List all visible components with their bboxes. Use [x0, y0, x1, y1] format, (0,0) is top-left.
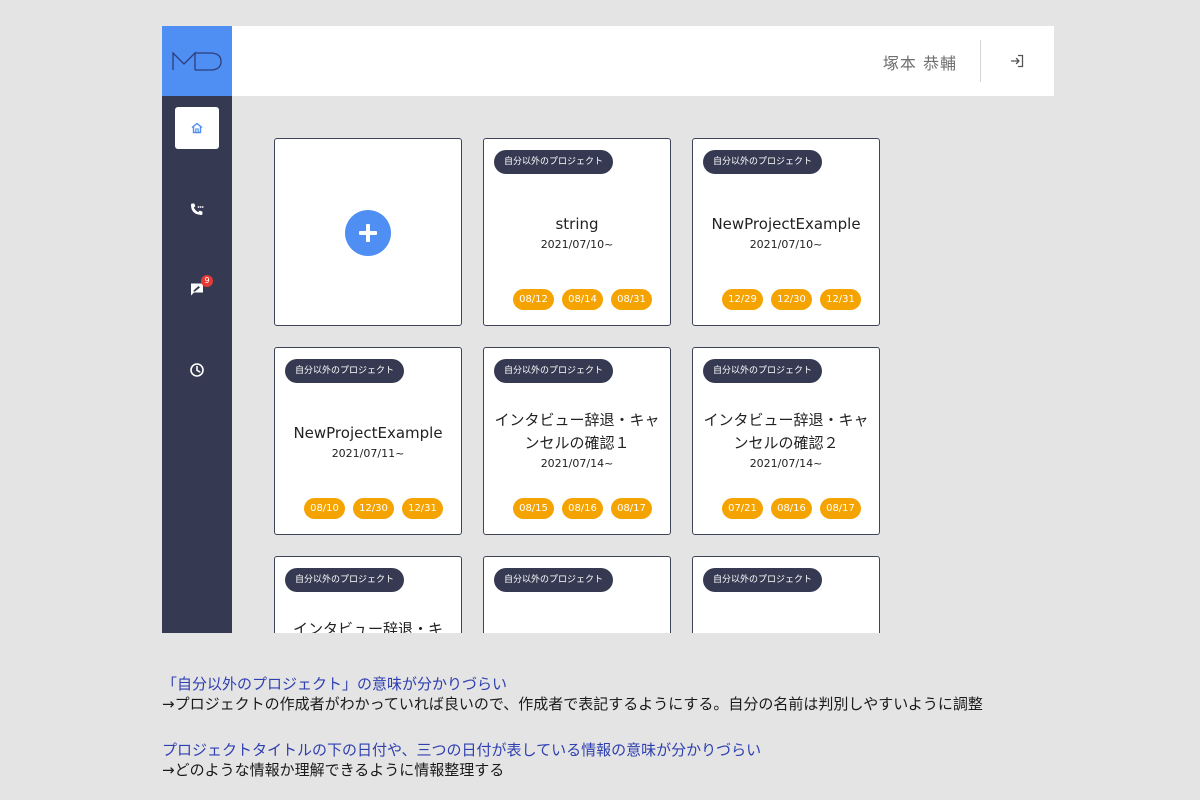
sidebar-item-messages[interactable]: 9 [175, 268, 219, 310]
logo-icon [172, 51, 222, 71]
project-title: string [555, 215, 599, 233]
date-chip[interactable]: 12/31 [402, 498, 443, 519]
project-title: インタビュー辞退・キ [292, 620, 443, 633]
project-tag: 自分以外のプロジェクト [494, 359, 614, 383]
project-card[interactable]: 自分以外のプロジェクト NewProjectExample 2021/07/11… [274, 347, 462, 535]
date-chip[interactable]: 07/21 [722, 498, 763, 519]
date-chip[interactable]: 12/30 [771, 289, 812, 310]
project-card[interactable]: 自分以外のプロジェクト インタビュー辞退・キャンセルの確認２ 2021/07/1… [692, 347, 880, 535]
project-title: NewProjectExample [293, 424, 443, 442]
date-chip[interactable]: 08/17 [611, 498, 652, 519]
project-title: インタビュー辞退・キャンセルの確認１ [494, 411, 660, 452]
project-tag: 自分以外のプロジェクト [703, 568, 823, 592]
note-title: プロジェクトタイトルの下の日付や、三つの日付が表している情報の意味が分かりづらい [162, 741, 762, 759]
project-title: NewProjectExample [711, 215, 861, 233]
project-date: 2021/07/11~ [331, 447, 405, 460]
project-card[interactable]: 自分以外のプロジェクト [692, 556, 880, 633]
logo [162, 26, 232, 96]
project-card[interactable]: 自分以外のプロジェクト [483, 556, 671, 633]
review-notes: 「自分以外のプロジェクト」の意味が分かりづらい →プロジェクトの作成者がわかって… [162, 674, 1062, 780]
note-title: 「自分以外のプロジェクト」の意味が分かりづらい [162, 675, 508, 693]
top-bar: 塚本 恭輔 [232, 26, 1054, 96]
date-chip[interactable]: 12/30 [353, 498, 394, 519]
date-chips: 08/15 08/16 08/17 [513, 498, 652, 519]
date-chip[interactable]: 08/16 [562, 498, 603, 519]
user-name: 塚本 恭輔 [882, 54, 957, 73]
project-card[interactable]: 自分以外のプロジェクト インタビュー辞退・キャンセルの確認１ 2021/07/1… [483, 347, 671, 535]
plus-icon [359, 224, 377, 242]
date-chips: 07/21 08/16 08/17 [722, 498, 861, 519]
divider [980, 40, 981, 82]
home-icon [191, 122, 203, 134]
project-card[interactable]: 自分以外のプロジェクト インタビュー辞退・キ [274, 556, 462, 633]
project-tag: 自分以外のプロジェクト [285, 568, 405, 592]
date-chips: 08/10 12/30 12/31 [304, 498, 443, 519]
date-chip[interactable]: 08/12 [513, 289, 554, 310]
date-chip[interactable]: 08/14 [562, 289, 603, 310]
date-chip[interactable]: 08/15 [513, 498, 554, 519]
date-chip[interactable]: 08/31 [611, 289, 652, 310]
project-title: インタビュー辞退・キャンセルの確認２ [703, 411, 869, 452]
app-window: 9 塚本 恭輔 自分以外のプロジェクト string 2021/07/10~ 0… [162, 26, 1054, 633]
project-date: 2021/07/10~ [540, 238, 614, 251]
date-chips: 08/12 08/14 08/31 [513, 289, 652, 310]
date-chip[interactable]: 12/29 [722, 289, 763, 310]
project-card[interactable]: 自分以外のプロジェクト string 2021/07/10~ 08/12 08/… [483, 138, 671, 326]
project-tag: 自分以外のプロジェクト [494, 150, 614, 174]
date-chip[interactable]: 12/31 [820, 289, 861, 310]
date-chip[interactable]: 08/17 [820, 498, 861, 519]
project-tag: 自分以外のプロジェクト [703, 150, 823, 174]
add-project-button[interactable] [345, 210, 391, 256]
project-date: 2021/07/14~ [540, 457, 614, 470]
logout-button[interactable] [1008, 52, 1026, 70]
logout-icon [1010, 54, 1024, 68]
project-date: 2021/07/10~ [749, 238, 823, 251]
sidebar-item-history[interactable] [175, 349, 219, 391]
clock-icon [190, 363, 204, 377]
date-chip[interactable]: 08/10 [304, 498, 345, 519]
note-body: →プロジェクトの作成者がわかっていれば良いので、作成者で表記するようにする。自分… [162, 695, 983, 713]
project-tag: 自分以外のプロジェクト [285, 359, 405, 383]
phone-icon [191, 203, 204, 215]
add-project-card[interactable] [274, 138, 462, 326]
project-card[interactable]: 自分以外のプロジェクト NewProjectExample 2021/07/10… [692, 138, 880, 326]
notification-badge: 9 [201, 275, 213, 287]
project-tag: 自分以外のプロジェクト [703, 359, 823, 383]
sidebar: 9 [162, 26, 232, 633]
date-chips: 12/29 12/30 12/31 [722, 289, 861, 310]
sidebar-item-calls[interactable] [175, 188, 219, 230]
note-body: →どのような情報か理解できるように情報整理する [162, 761, 505, 779]
sidebar-item-home[interactable] [175, 107, 219, 149]
project-tag: 自分以外のプロジェクト [494, 568, 614, 592]
project-date: 2021/07/14~ [749, 457, 823, 470]
date-chip[interactable]: 08/16 [771, 498, 812, 519]
